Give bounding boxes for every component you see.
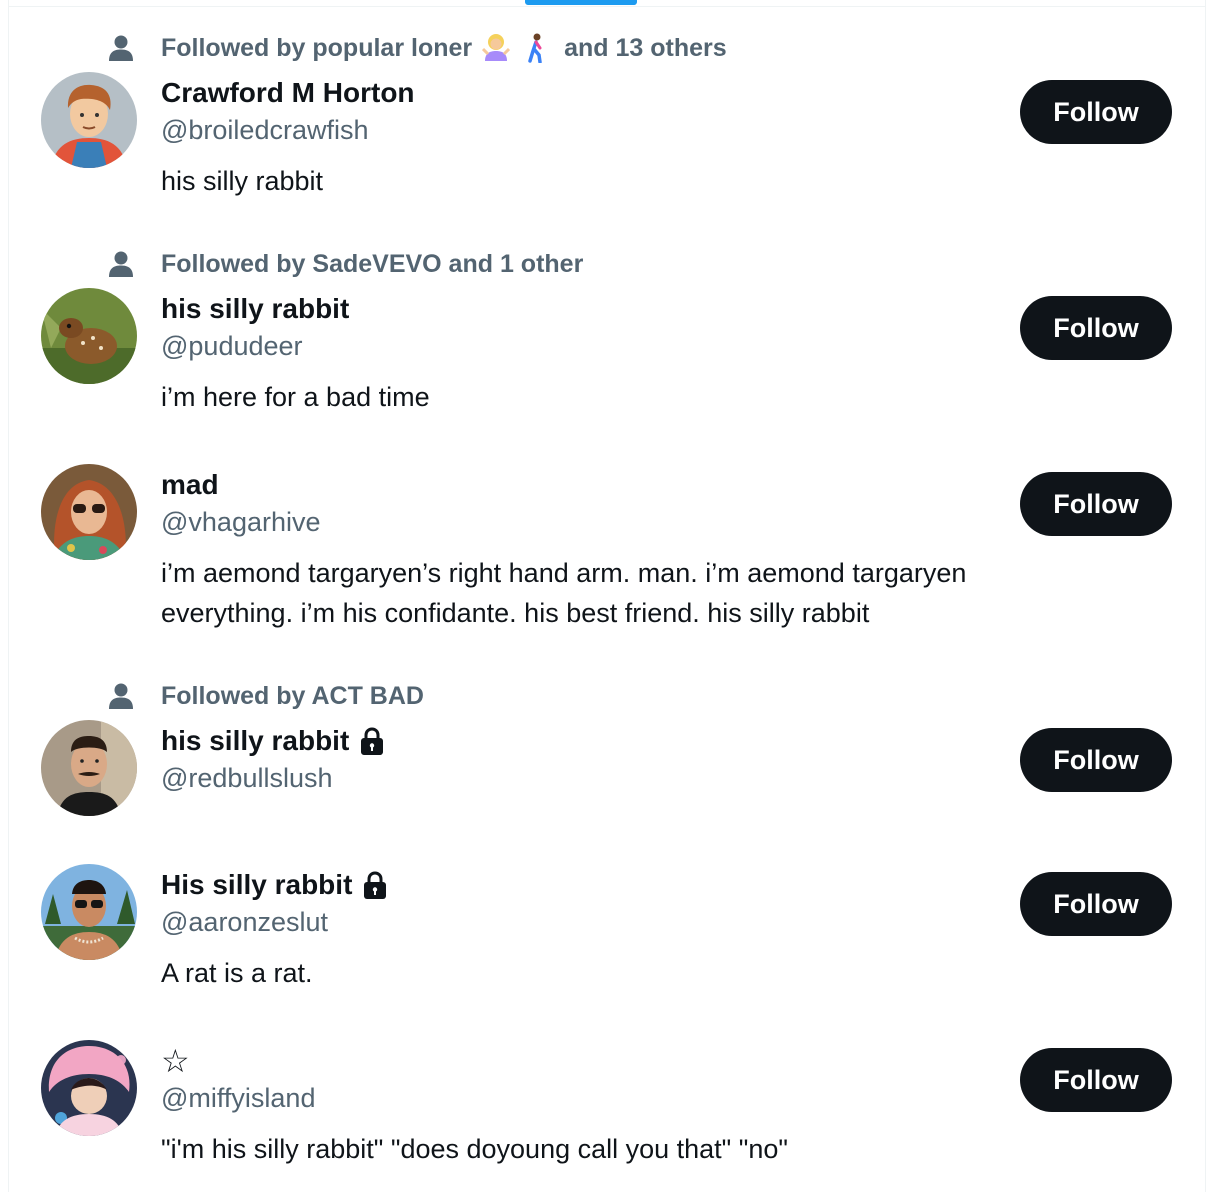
follow-button[interactable]: Follow (1020, 296, 1172, 360)
person-icon (109, 35, 133, 61)
social-context-text: Followed by popular loner (161, 33, 473, 62)
user-bio: i’m here for a bad time (161, 382, 430, 412)
pink-hat-avatar-icon (41, 1040, 137, 1136)
follow-button[interactable]: Follow (1020, 472, 1172, 536)
user-cell[interactable]: Followed by SadeVEVO and 1 other his sil… (8, 216, 1206, 432)
mustache-man-avatar-icon (41, 720, 137, 816)
person-walking-emoji-icon (528, 33, 542, 63)
display-name[interactable]: his silly rabbit (161, 722, 385, 760)
avatar[interactable] (41, 464, 137, 560)
user-bio: A rat is a rat. (161, 958, 313, 988)
avatar[interactable] (41, 1040, 137, 1136)
lock-icon (361, 727, 384, 755)
social-context-suffix: and 13 others (564, 33, 727, 62)
social-context: Followed by SadeVEVO and 1 other (108, 248, 583, 280)
user-cell[interactable]: ☆ @miffyisland "i'm his silly rabbit" "d… (8, 1008, 1206, 1192)
user-cell[interactable]: Followed by popular loner and 13 others … (8, 0, 1206, 216)
avatar[interactable] (41, 720, 137, 816)
display-name[interactable]: Crawford M Horton (161, 74, 415, 112)
display-name-text: His silly rabbit (161, 869, 353, 900)
follow-button[interactable]: Follow (1020, 80, 1172, 144)
user-bio: i’m aemond targaryen’s right hand arm. m… (161, 558, 967, 628)
avatar[interactable] (41, 72, 137, 168)
redhead-sunglasses-avatar-icon (41, 464, 137, 560)
display-name[interactable]: his silly rabbit (161, 290, 349, 328)
display-name[interactable]: His silly rabbit (161, 866, 388, 904)
username-handle[interactable]: @pududeer (161, 331, 303, 362)
fawn-avatar-icon (41, 288, 137, 384)
social-context-text: Followed by ACT BAD (161, 681, 424, 710)
username-handle[interactable]: @redbullslush (161, 763, 333, 794)
user-cell[interactable]: mad @vhagarhive i’m aemond targaryen’s r… (8, 432, 1206, 648)
username-handle[interactable]: @broiledcrawfish (161, 115, 368, 146)
social-context: Followed by popular loner and 13 others (108, 32, 727, 64)
avatar[interactable] (41, 864, 137, 960)
social-context-text: Followed by SadeVEVO and 1 other (161, 249, 584, 278)
display-name[interactable]: mad (161, 466, 219, 504)
user-bio: "i'm his silly rabbit" "does doyoung cal… (161, 1134, 788, 1164)
user-cell[interactable]: Followed by ACT BAD his silly rabbit @re… (8, 648, 1206, 832)
user-cell[interactable]: His silly rabbit @aaronzeslut A rat is a… (8, 832, 1206, 1008)
follow-button[interactable]: Follow (1020, 872, 1172, 936)
display-name-text: his silly rabbit (161, 725, 350, 756)
avatar[interactable] (41, 288, 137, 384)
woman-shrugging-emoji-icon (482, 34, 511, 61)
user-bio: his silly rabbit (161, 166, 324, 196)
display-name[interactable]: ☆ (161, 1042, 190, 1080)
username-handle[interactable]: @vhagarhive (161, 507, 321, 538)
follow-button[interactable]: Follow (1020, 728, 1172, 792)
social-context: Followed by ACT BAD (108, 680, 424, 712)
follow-button[interactable]: Follow (1020, 1048, 1172, 1112)
lock-icon (364, 871, 387, 899)
username-handle[interactable]: @aaronzeslut (161, 907, 328, 938)
username-handle[interactable]: @miffyisland (161, 1083, 315, 1114)
person-icon (109, 251, 133, 277)
person-icon (109, 683, 133, 709)
cartoon-man-avatar-icon (41, 72, 137, 168)
beach-sunglasses-avatar-icon (41, 864, 137, 960)
